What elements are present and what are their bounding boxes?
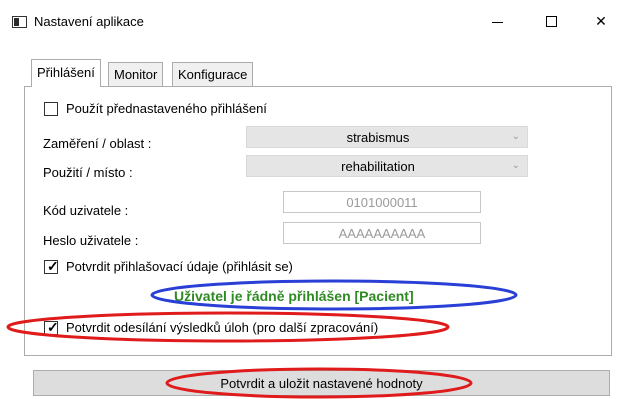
minimize-icon bbox=[491, 21, 503, 23]
password-input[interactable]: AAAAAAAAAA bbox=[283, 222, 481, 244]
use-label: Použití / místo : bbox=[43, 165, 133, 180]
user-code-label: Kód uzivatele : bbox=[43, 203, 129, 218]
use-select-value: rehabilitation bbox=[341, 159, 415, 174]
use-select[interactable]: rehabilitation ⌄ bbox=[246, 155, 528, 177]
minimize-button[interactable] bbox=[474, 6, 520, 36]
user-code-input[interactable]: 0101000011 bbox=[283, 191, 481, 213]
chevron-down-icon: ⌄ bbox=[511, 131, 520, 142]
check-icon: ✓ bbox=[47, 258, 59, 274]
title-bar: Nastavení aplikace ✕ bbox=[0, 0, 623, 44]
login-status-text: Uživatel je řádně přihlášen [Pacient] bbox=[174, 288, 414, 304]
window-title: Nastavení aplikace bbox=[34, 14, 144, 29]
focus-label: Zaměření / oblast : bbox=[43, 136, 152, 151]
tab-monitor[interactable]: Monitor bbox=[108, 62, 164, 86]
focus-select-value: strabismus bbox=[346, 130, 410, 145]
preset-login-label: Použít přednastaveného přihlášení bbox=[66, 101, 267, 116]
send-results-label: Potvrdit odesílání výsledků úloh (pro da… bbox=[66, 320, 379, 335]
save-settings-button[interactable]: Potvrdit a uložit nastavené hodnoty bbox=[33, 370, 610, 396]
close-icon: ✕ bbox=[595, 12, 607, 29]
chevron-down-icon: ⌄ bbox=[511, 160, 520, 171]
tab-konfigurace[interactable]: Konfigurace bbox=[172, 62, 254, 86]
maximize-button[interactable] bbox=[528, 6, 574, 36]
tab-prihlaseni[interactable]: Přihlášení bbox=[31, 59, 101, 87]
close-button[interactable]: ✕ bbox=[578, 6, 623, 36]
app-window-icon bbox=[12, 16, 27, 28]
focus-select[interactable]: strabismus ⌄ bbox=[246, 126, 528, 148]
maximize-icon bbox=[545, 15, 557, 27]
confirm-login-label: Potvrdit přihlašovací údaje (přihlásit s… bbox=[66, 259, 293, 274]
password-label: Heslo uživatele : bbox=[43, 233, 139, 248]
send-results-checkbox[interactable]: ✓ bbox=[44, 319, 59, 335]
check-icon: ✓ bbox=[47, 319, 59, 335]
preset-login-checkbox[interactable] bbox=[44, 102, 58, 116]
confirm-login-checkbox[interactable]: ✓ bbox=[44, 258, 59, 274]
